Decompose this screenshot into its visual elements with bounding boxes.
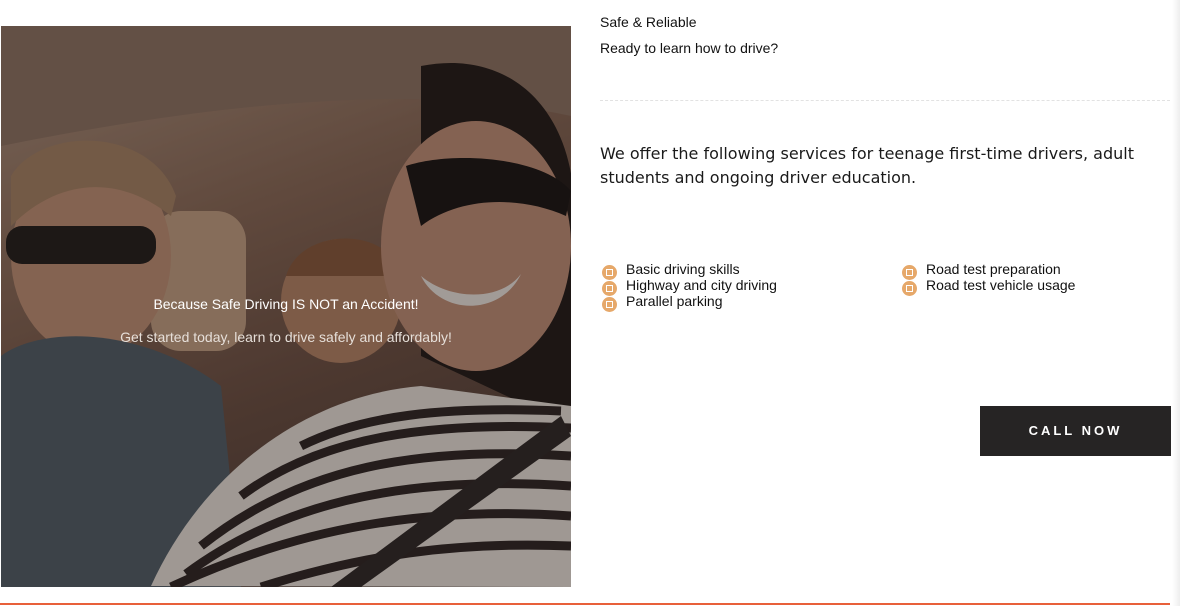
services-list-right: Road test preparation Road test vehicle …	[902, 261, 1076, 296]
list-item-label: Parallel parking	[626, 293, 723, 309]
list-item-label: Highway and city driving	[626, 277, 777, 293]
bullet-icon	[902, 281, 917, 296]
hero-tagline: Because Safe Driving IS NOT an Accident!	[153, 296, 419, 312]
list-item-label: Road test vehicle usage	[926, 277, 1076, 293]
intro-text: We offer the following services for teen…	[600, 144, 1134, 187]
bullet-icon	[602, 297, 617, 312]
list-item: Road test preparation	[902, 261, 1075, 280]
list-item-label: Basic driving skills	[626, 261, 740, 277]
call-now-button[interactable]: CALL NOW	[980, 406, 1171, 456]
section-eyebrow: Safe & Reliable	[600, 14, 697, 30]
scrollbar-edge	[1172, 0, 1180, 606]
hero-subtext: Get started today, learn to drive safely…	[120, 329, 452, 345]
hero-image: Because Safe Driving IS NOT an Accident!…	[1, 26, 571, 587]
list-item: Highway and city driving	[602, 277, 777, 296]
divider	[600, 100, 1170, 101]
services-list-left: Basic driving skills Highway and city dr…	[602, 261, 777, 312]
list-item: Parallel parking	[602, 293, 777, 312]
list-item: Basic driving skills	[602, 261, 777, 280]
list-item-label: Road test preparation	[926, 261, 1061, 277]
bottom-accent-rule	[0, 603, 1170, 605]
list-item: Road test vehicle usage	[902, 277, 1076, 296]
section-lead: Ready to learn how to drive?	[600, 40, 779, 56]
